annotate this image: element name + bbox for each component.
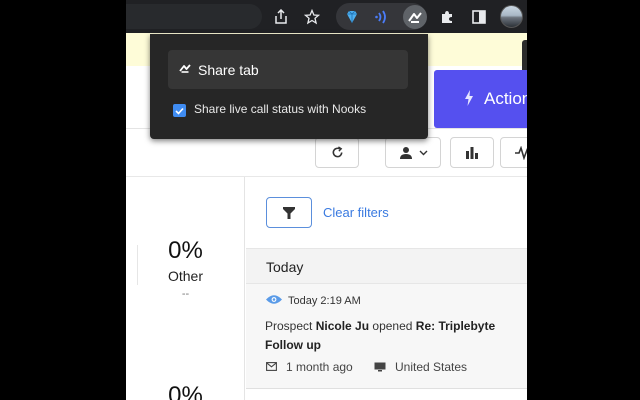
monitor-icon xyxy=(374,362,386,372)
share-status-checkbox[interactable] xyxy=(173,104,186,117)
side-panel-icon[interactable] xyxy=(467,5,491,29)
puzzle-extensions-icon[interactable] xyxy=(435,5,459,29)
refresh-button[interactable] xyxy=(315,137,359,168)
list-item[interactable]: Today 2:19 AM Prospect Nicole Ju opened … xyxy=(246,284,527,388)
item-location: United States xyxy=(395,360,468,374)
checkmark-icon xyxy=(175,107,184,115)
wave-extension-icon[interactable] xyxy=(370,5,394,29)
stat-sub: -- xyxy=(181,288,190,300)
item-divider xyxy=(246,388,527,389)
prospect-name[interactable]: Nicole Ju xyxy=(316,319,369,333)
nooks-share-icon xyxy=(179,64,191,73)
user-filter-dropdown[interactable] xyxy=(385,137,441,168)
funnel-icon xyxy=(283,206,295,219)
nooks-popup: Share tab Share live call status with No… xyxy=(150,34,428,139)
share-status-label[interactable]: Share live call status with Nooks xyxy=(194,102,366,116)
item-prefix: Prospect xyxy=(265,319,316,333)
activity-button[interactable] xyxy=(500,137,527,168)
address-bar[interactable] xyxy=(126,4,262,29)
section-title: Today xyxy=(266,259,304,275)
filter-button[interactable] xyxy=(266,197,312,228)
bookmark-star-icon[interactable] xyxy=(300,5,324,29)
browser-toolbar xyxy=(126,0,527,33)
mail-icon xyxy=(266,362,277,371)
share-tab-button[interactable]: Share tab xyxy=(168,50,408,89)
action-button-label: Action xyxy=(484,89,527,108)
action-button[interactable]: Action xyxy=(434,70,527,128)
stat-percent: 0% xyxy=(168,237,203,264)
refresh-icon xyxy=(332,146,342,158)
bar-chart-icon xyxy=(466,147,478,159)
profile-avatar[interactable] xyxy=(500,5,523,28)
clear-filters-link[interactable]: Clear filters xyxy=(323,205,389,220)
right-gutter xyxy=(527,0,640,400)
stat-percent: 0% xyxy=(168,382,203,400)
nooks-extension-icon[interactable] xyxy=(403,5,427,29)
share-icon[interactable] xyxy=(269,5,293,29)
share-tab-label: Share tab xyxy=(198,61,259,78)
waveform-icon xyxy=(515,145,527,160)
item-description: Prospect Nicole Ju opened Re: Triplebyte… xyxy=(265,317,527,355)
left-gutter xyxy=(0,0,126,400)
item-timestamp: Today 2:19 AM xyxy=(288,295,361,307)
stats-button[interactable] xyxy=(450,137,494,168)
stats-panel: 0% Other -- 0% xyxy=(126,177,245,400)
item-age: 1 month ago xyxy=(286,360,353,374)
chevron-down-icon xyxy=(419,150,428,155)
eye-icon xyxy=(266,295,282,304)
section-header: Today xyxy=(246,248,527,284)
gem-extension-icon[interactable] xyxy=(340,5,364,29)
lightning-icon xyxy=(465,90,473,106)
stat-label: Other xyxy=(167,268,203,284)
person-icon xyxy=(400,146,412,159)
item-verb: opened xyxy=(369,319,416,333)
